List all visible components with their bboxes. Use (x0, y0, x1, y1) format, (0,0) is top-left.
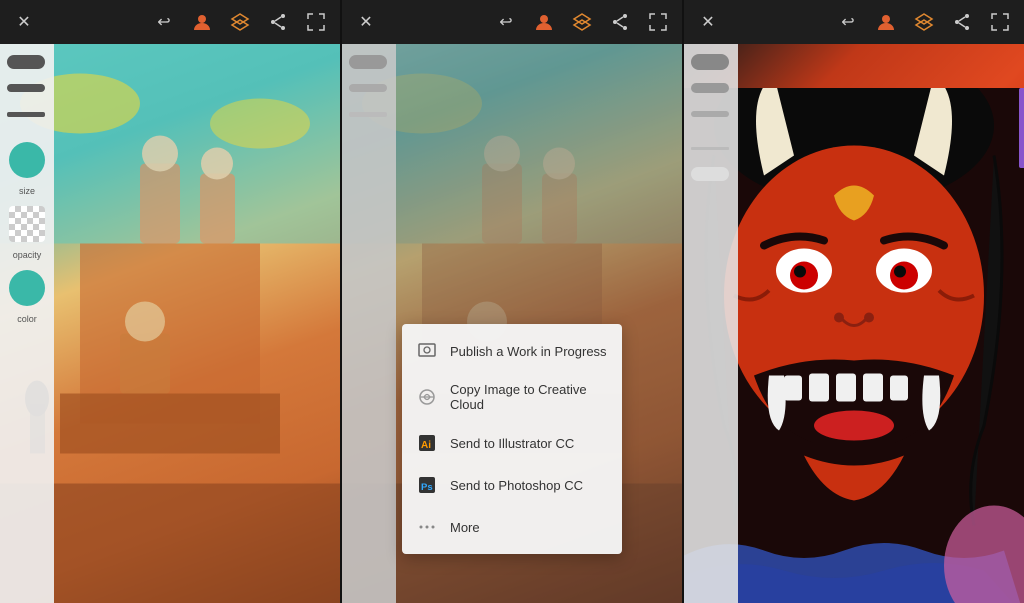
profile-icon-right[interactable] (874, 10, 898, 34)
close-icon-left[interactable]: ✕ (12, 10, 36, 34)
menu-copy-cloud[interactable]: Copy Image to Creative Cloud (402, 372, 622, 422)
fullscreen-icon-right[interactable] (988, 10, 1012, 34)
layers-icon-right[interactable] (912, 10, 936, 34)
purple-accent-bar (1019, 88, 1024, 168)
toolbar-middle: ✕ ↩ (342, 0, 682, 44)
undo-icon-middle[interactable]: ↩ (494, 10, 518, 34)
svg-text:Ps: Ps (421, 482, 433, 493)
brush-large[interactable] (5, 52, 49, 72)
menu-illustrator-label: Send to Illustrator CC (450, 436, 574, 451)
opacity-label: opacity (13, 250, 42, 260)
canvas-right[interactable] (684, 44, 1024, 603)
brush-small[interactable] (5, 104, 49, 124)
cloud-icon (416, 386, 438, 408)
share-icon-left[interactable] (266, 10, 290, 34)
svg-text:Ai: Ai (421, 440, 431, 451)
brush-r5[interactable] (689, 164, 733, 184)
brush-medium-m[interactable] (347, 78, 391, 98)
opacity-swatch[interactable] (9, 206, 45, 242)
brush-r4[interactable] (689, 138, 733, 158)
menu-more[interactable]: More (402, 506, 622, 548)
canvas-left[interactable]: size opacity color (0, 44, 340, 603)
layers-icon-middle[interactable] (570, 10, 594, 34)
photoshop-icon: Ps (416, 474, 438, 496)
fullscreen-icon-middle[interactable] (646, 10, 670, 34)
panel-right: ✕ ↩ (682, 0, 1024, 603)
brush-panel-right (684, 44, 738, 603)
menu-illustrator[interactable]: Ai Send to Illustrator CC (402, 422, 622, 464)
undo-icon-right[interactable]: ↩ (836, 10, 860, 34)
context-menu: Publish a Work in Progress Copy Image to… (402, 324, 622, 554)
brush-r1[interactable] (689, 52, 733, 72)
brush-panel-left: size opacity color (0, 44, 54, 603)
brush-panel-middle (342, 44, 396, 603)
close-icon-middle[interactable]: ✕ (354, 10, 378, 34)
size-label: size (19, 186, 35, 196)
brush-medium[interactable] (5, 78, 49, 98)
more-icon (416, 516, 438, 538)
brush-r3[interactable] (689, 104, 733, 124)
canvas-middle[interactable]: Publish a Work in Progress Copy Image to… (342, 44, 682, 603)
close-icon-right[interactable]: ✕ (696, 10, 720, 34)
share-icon-right[interactable] (950, 10, 974, 34)
brush-small-m[interactable] (347, 104, 391, 124)
menu-more-label: More (450, 520, 480, 535)
profile-icon-middle[interactable] (532, 10, 556, 34)
menu-copy-cloud-label: Copy Image to Creative Cloud (450, 382, 608, 412)
menu-photoshop[interactable]: Ps Send to Photoshop CC (402, 464, 622, 506)
brush-large-m[interactable] (347, 52, 391, 72)
layers-icon-left[interactable] (228, 10, 252, 34)
profile-icon-left[interactable] (190, 10, 214, 34)
share-icon-middle[interactable] (608, 10, 632, 34)
undo-icon-left[interactable]: ↩ (152, 10, 176, 34)
menu-publish[interactable]: Publish a Work in Progress (402, 330, 622, 372)
color-picker[interactable] (9, 270, 45, 306)
panel-middle: ✕ ↩ (340, 0, 682, 603)
menu-publish-label: Publish a Work in Progress (450, 344, 607, 359)
fullscreen-icon-left[interactable] (304, 10, 328, 34)
brush-r2[interactable] (689, 78, 733, 98)
panel-left: ✕ ↩ (0, 0, 340, 603)
toolbar-left: ✕ ↩ (0, 0, 340, 44)
color-label: color (17, 314, 37, 324)
menu-photoshop-label: Send to Photoshop CC (450, 478, 583, 493)
illustrator-icon: Ai (416, 432, 438, 454)
toolbar-right: ✕ ↩ (684, 0, 1024, 44)
publish-icon (416, 340, 438, 362)
color-swatch[interactable] (9, 142, 45, 178)
